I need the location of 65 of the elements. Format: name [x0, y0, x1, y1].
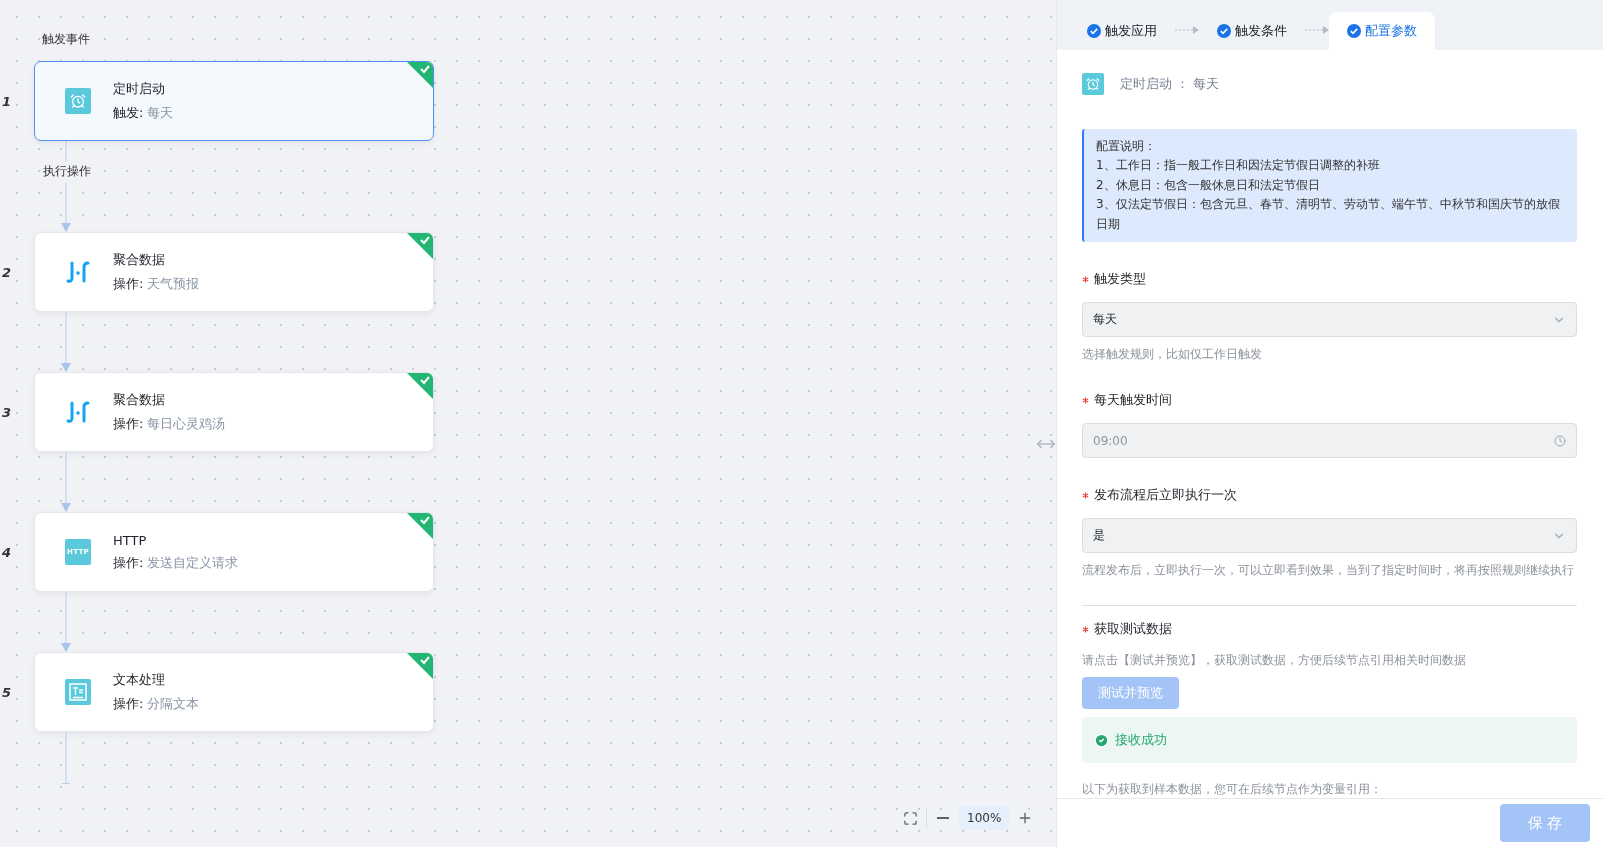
step-tab[interactable]: 配置参数	[1329, 12, 1435, 50]
alarm-clock-icon	[1082, 72, 1104, 95]
node-detail-label: 触发:	[113, 104, 144, 122]
field-label: 每天触发时间	[1094, 391, 1172, 410]
node-title: 聚合数据	[113, 391, 166, 409]
select-field[interactable]: 是	[1082, 518, 1577, 554]
clock-icon	[1554, 434, 1566, 447]
step-number: 5	[1, 684, 13, 700]
node-detail-value: 每天	[147, 104, 174, 122]
zoom-level: 100%	[959, 806, 1010, 830]
section-label: 触发事件	[42, 30, 90, 48]
step-number: 4	[1, 544, 13, 560]
node-detail-label: 操作:	[113, 695, 144, 713]
node-detail-label: 操作:	[113, 415, 144, 433]
success-alert: 接收成功	[1082, 717, 1577, 763]
connector-arrow	[60, 183, 72, 232]
node-detail-label: 操作:	[113, 275, 144, 293]
minus-icon	[937, 817, 949, 819]
check-circle-icon	[1217, 24, 1231, 38]
select-field[interactable]: 每天	[1082, 302, 1577, 338]
connector-arrow	[60, 452, 72, 512]
node-title: 聚合数据	[113, 251, 166, 269]
trigger-summary: 定时启动 ： 每天	[1120, 74, 1220, 93]
node-title: 定时启动	[113, 80, 166, 98]
info-text: 3、仅法定节假日：包含元旦、春节、清明节、劳动节、端午节、中秋节和国庆节的放假日期	[1096, 196, 1561, 233]
flow-node-card[interactable]: 聚合数据 操作: 每日心灵鸡汤	[34, 372, 434, 452]
info-title: 配置说明：	[1096, 137, 1157, 155]
text-document-icon	[65, 679, 91, 705]
node-detail-value: 每日心灵鸡汤	[147, 415, 226, 433]
section-label: 执行操作	[43, 164, 91, 178]
help-text: 请点击【测试并预览】，获取测试数据，方便后续节点引用相关时间数据	[1082, 652, 1467, 670]
fit-screen-icon	[902, 810, 918, 826]
brand-logo-icon	[65, 259, 91, 285]
help-text: 流程发布后，立即执行一次，可以立即看到效果，当到了指定时间时，将再按照规则继续执行	[1082, 562, 1575, 580]
note-text: 以下为获取到样本数据，您可在后续节点作为变量引用：	[1082, 781, 1383, 798]
node-title: HTTP	[113, 532, 148, 548]
field-label: 获取测试数据	[1094, 620, 1172, 639]
step-number: 1	[1, 93, 13, 109]
step-tab[interactable]: 触发应用	[1069, 12, 1175, 50]
connector-arrow	[60, 592, 72, 652]
node-detail-value: 天气预报	[147, 275, 200, 293]
help-text: 选择触发规则，比如仅工作日触发	[1082, 346, 1263, 364]
flow-node-card[interactable]: 聚合数据 操作: 天气预报	[34, 232, 434, 312]
flow-node-card[interactable]: 文本处理 操作: 分隔文本	[34, 652, 434, 732]
node-title: 文本处理	[113, 671, 166, 689]
brand-logo-icon	[65, 399, 91, 425]
check-circle-icon	[1094, 732, 1109, 748]
step-number: 3	[1, 404, 13, 420]
info-text: 2、休息日：包含一般休息日和法定节假日	[1096, 176, 1321, 194]
info-text: 1、工作日：指一般工作日和因法定节假日调整的补班	[1096, 157, 1381, 175]
step-arrow-icon	[1305, 26, 1329, 34]
connector-line	[60, 732, 72, 784]
step-arrow-icon	[1175, 26, 1199, 34]
field-label: 触发类型	[1094, 270, 1146, 289]
node-detail-value: 发送自定义请求	[147, 553, 239, 572]
step-number: 2	[1, 264, 13, 280]
flow-node-card[interactable]: 定时启动 触发: 每天	[34, 61, 434, 141]
alarm-clock-icon	[65, 88, 91, 114]
check-circle-icon	[1087, 24, 1101, 38]
node-detail-label: 操作:	[113, 553, 144, 572]
step-tab[interactable]: 触发条件	[1199, 12, 1305, 50]
field-label: 发布流程后立即执行一次	[1094, 486, 1237, 505]
node-detail-value: 分隔文本	[147, 695, 200, 713]
connector-arrow	[60, 312, 72, 372]
check-circle-icon	[1347, 24, 1361, 38]
